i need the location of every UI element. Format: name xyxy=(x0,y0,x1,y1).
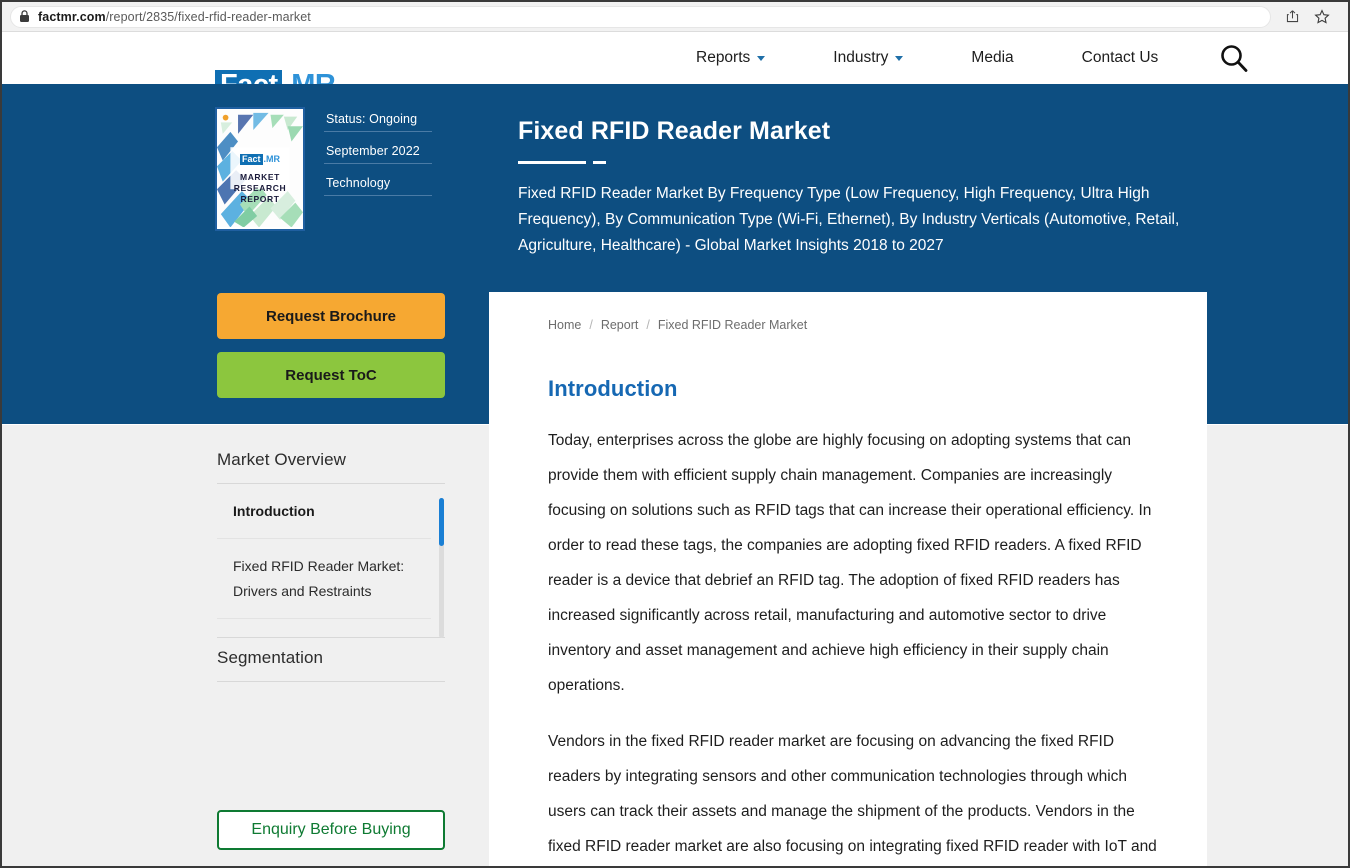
cover-line-3: REPORT xyxy=(240,194,280,204)
toc-scroll-area[interactable]: Introduction Fixed RFID Reader Market: D… xyxy=(217,484,445,639)
url-domain: factmr.com xyxy=(38,9,106,24)
paragraph-2: Vendors in the fixed RFID reader market … xyxy=(548,733,1157,855)
nav-item-industry[interactable]: Industry xyxy=(799,49,937,67)
nav-label: Industry xyxy=(833,49,889,66)
address-bar[interactable]: factmr.com/report/2835/fixed-rfid-reader… xyxy=(10,5,1271,28)
nav-item-contact-us[interactable]: Contact Us xyxy=(1048,49,1193,67)
url-path: /report/2835/fixed-rfid-reader-market xyxy=(105,9,311,24)
nav-label: Reports xyxy=(696,49,751,66)
cover-logo-mr: .MR xyxy=(263,154,281,164)
cover-line-1: MARKET xyxy=(240,172,280,182)
market-overview-panel: Market Overview Introduction Fixed RFID … xyxy=(217,450,445,682)
segmentation-title: Segmentation xyxy=(217,637,445,682)
chevron-down-icon xyxy=(757,55,766,61)
site-header: Fact.MR Reports Industry Media Contact U… xyxy=(2,32,1348,103)
meta-date: September 2022 xyxy=(324,141,432,164)
market-overview-title: Market Overview xyxy=(217,450,445,484)
request-brochure-button[interactable]: Request Brochure xyxy=(217,293,445,339)
meta-category: Technology xyxy=(324,173,432,196)
toc-item-drivers-restraints[interactable]: Fixed RFID Reader Market: Drivers and Re… xyxy=(217,539,431,619)
browser-actions xyxy=(1271,8,1340,25)
content-card: Home / Report / Fixed RFID Reader Market… xyxy=(489,292,1207,866)
breadcrumb-home[interactable]: Home xyxy=(548,318,581,332)
breadcrumb-report[interactable]: Report xyxy=(601,318,639,332)
meta-status: Status: Ongoing xyxy=(324,109,432,132)
nav-item-media[interactable]: Media xyxy=(937,49,1047,67)
cover-logo-fact: Fact xyxy=(239,154,263,165)
toc-scrollbar-thumb[interactable] xyxy=(439,498,444,546)
breadcrumb-current: Fixed RFID Reader Market xyxy=(657,318,808,332)
report-meta-list: Status: Ongoing September 2022 Technolog… xyxy=(324,107,432,231)
nav-label: Contact Us xyxy=(1081,49,1159,66)
page-body: Fact .MR MARKET RESEARCH REPORT Status: O… xyxy=(2,84,1348,866)
search-icon[interactable] xyxy=(1218,42,1250,74)
lock-icon xyxy=(19,10,30,23)
star-icon[interactable] xyxy=(1314,8,1330,25)
title-underline xyxy=(518,161,606,164)
share-icon[interactable] xyxy=(1285,9,1300,24)
report-cover-image: Fact .MR MARKET RESEARCH REPORT xyxy=(215,107,305,231)
nav-item-reports[interactable]: Reports xyxy=(662,49,799,67)
breadcrumb-separator: / xyxy=(646,318,650,332)
paragraph-1: Today, enterprises across the globe are … xyxy=(548,432,1152,694)
page-subtitle: Fixed RFID Reader Market By Frequency Ty… xyxy=(518,185,1180,254)
breadcrumb-separator: / xyxy=(589,318,593,332)
section-heading-introduction: Introduction xyxy=(548,376,678,401)
title-underline-short xyxy=(593,161,606,164)
address-bar-text: factmr.com/report/2835/fixed-rfid-reader… xyxy=(38,10,311,24)
chevron-down-icon xyxy=(895,55,904,61)
main-navigation: Reports Industry Media Contact Us xyxy=(662,32,1250,84)
cover-line-2: RESEARCH xyxy=(233,183,287,193)
enquiry-before-buying-button[interactable]: Enquiry Before Buying xyxy=(217,810,445,850)
toc-item-third[interactable]: Fixed RFID Reader Market: xyxy=(217,619,431,639)
toc-item-introduction[interactable]: Introduction xyxy=(217,484,431,539)
browser-window: factmr.com/report/2835/fixed-rfid-reader… xyxy=(0,0,1350,868)
browser-toolbar: factmr.com/report/2835/fixed-rfid-reader… xyxy=(2,2,1348,32)
page-title: Fixed RFID Reader Market xyxy=(518,117,831,145)
breadcrumb: Home / Report / Fixed RFID Reader Market xyxy=(548,318,1165,332)
request-toc-button[interactable]: Request ToC xyxy=(217,352,445,398)
nav-label: Media xyxy=(971,49,1014,66)
report-cover-row: Fact .MR MARKET RESEARCH REPORT Status: O… xyxy=(215,107,432,231)
title-underline-long xyxy=(518,161,586,164)
